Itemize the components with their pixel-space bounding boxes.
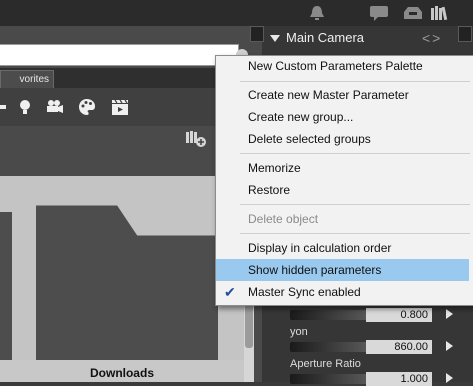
menu-separator [240, 233, 470, 234]
library-icon[interactable] [428, 4, 450, 22]
bell-icon[interactable] [306, 4, 328, 22]
menu-item-label: Restore [248, 183, 291, 197]
menu-item-label: Display in calculation order [248, 241, 392, 255]
menu-separator [240, 153, 470, 154]
scrollbar-thumb[interactable] [245, 300, 253, 348]
menu-item-create-master-parameter[interactable]: Create new Master Parameter [216, 84, 471, 106]
menu-item-display-calc-order[interactable]: Display in calculation order [216, 237, 471, 259]
param-label-aperture: Aperture Ratio [290, 358, 361, 370]
folder-graphic [0, 176, 244, 360]
param-arrow-icon[interactable] [446, 309, 453, 319]
camera-icon[interactable] [44, 97, 64, 117]
clapperboard-icon[interactable] [110, 97, 130, 117]
add-library-icon[interactable] [184, 128, 208, 148]
menu-item-create-group[interactable]: Create new group... [216, 106, 471, 128]
menu-item-label: Master Sync enabled [248, 285, 361, 299]
yon-value[interactable]: 860.00 [366, 340, 432, 354]
yon-slider[interactable] [290, 342, 370, 352]
folder-label[interactable]: Downloads [0, 360, 244, 382]
param-value[interactable]: 0.800 [366, 308, 432, 322]
menu-item-label: Delete selected groups [248, 132, 371, 146]
menu-separator [240, 81, 470, 82]
menu-item-new-custom-palette[interactable]: New Custom Parameters Palette [216, 55, 471, 77]
menu-item-delete-object: Delete object [216, 208, 471, 230]
param-label-yon: yon [290, 326, 308, 338]
yon-arrow-icon[interactable] [446, 341, 453, 351]
left-panel-menu-button[interactable] [250, 26, 264, 42]
light-bulb-icon[interactable] [15, 97, 35, 117]
collapse-triangle-icon[interactable] [270, 35, 280, 43]
tab-favorites[interactable]: vorites [0, 70, 54, 88]
menu-item-label: Memorize [248, 161, 301, 175]
menu-item-label: Delete object [248, 212, 319, 226]
panel-menu-button[interactable] [458, 26, 472, 42]
menu-item-restore[interactable]: Restore [216, 179, 471, 201]
inbox-icon[interactable] [402, 4, 424, 22]
menu-item-show-hidden-parameters[interactable]: Show hidden parameters [216, 259, 469, 281]
top-toolbar [0, 0, 473, 26]
prev-next-arrows[interactable]: <> [422, 30, 442, 46]
search-input[interactable] [0, 44, 239, 66]
menu-item-label: New Custom Parameters Palette [248, 59, 423, 73]
menu-item-label: Show hidden parameters [248, 263, 382, 277]
aperture-value[interactable]: 1.000 [366, 372, 432, 386]
menu-item-label: Create new Master Parameter [248, 88, 409, 102]
aperture-slider[interactable] [290, 374, 370, 384]
menu-item-label: Create new group... [248, 110, 354, 124]
menu-item-master-sync[interactable]: ✔ Master Sync enabled [216, 281, 471, 303]
menu-separator [240, 204, 470, 205]
chat-icon[interactable] [368, 4, 390, 22]
checkmark-icon: ✔ [224, 284, 236, 300]
palette-icon[interactable] [77, 97, 97, 117]
param-slider[interactable] [290, 310, 370, 320]
menu-item-delete-groups[interactable]: Delete selected groups [216, 128, 471, 150]
panel-header[interactable]: Main Camera [270, 30, 364, 45]
menu-item-memorize[interactable]: Memorize [216, 157, 471, 179]
preview-thumbnail[interactable] [0, 176, 244, 360]
panel-title: Main Camera [286, 30, 365, 45]
